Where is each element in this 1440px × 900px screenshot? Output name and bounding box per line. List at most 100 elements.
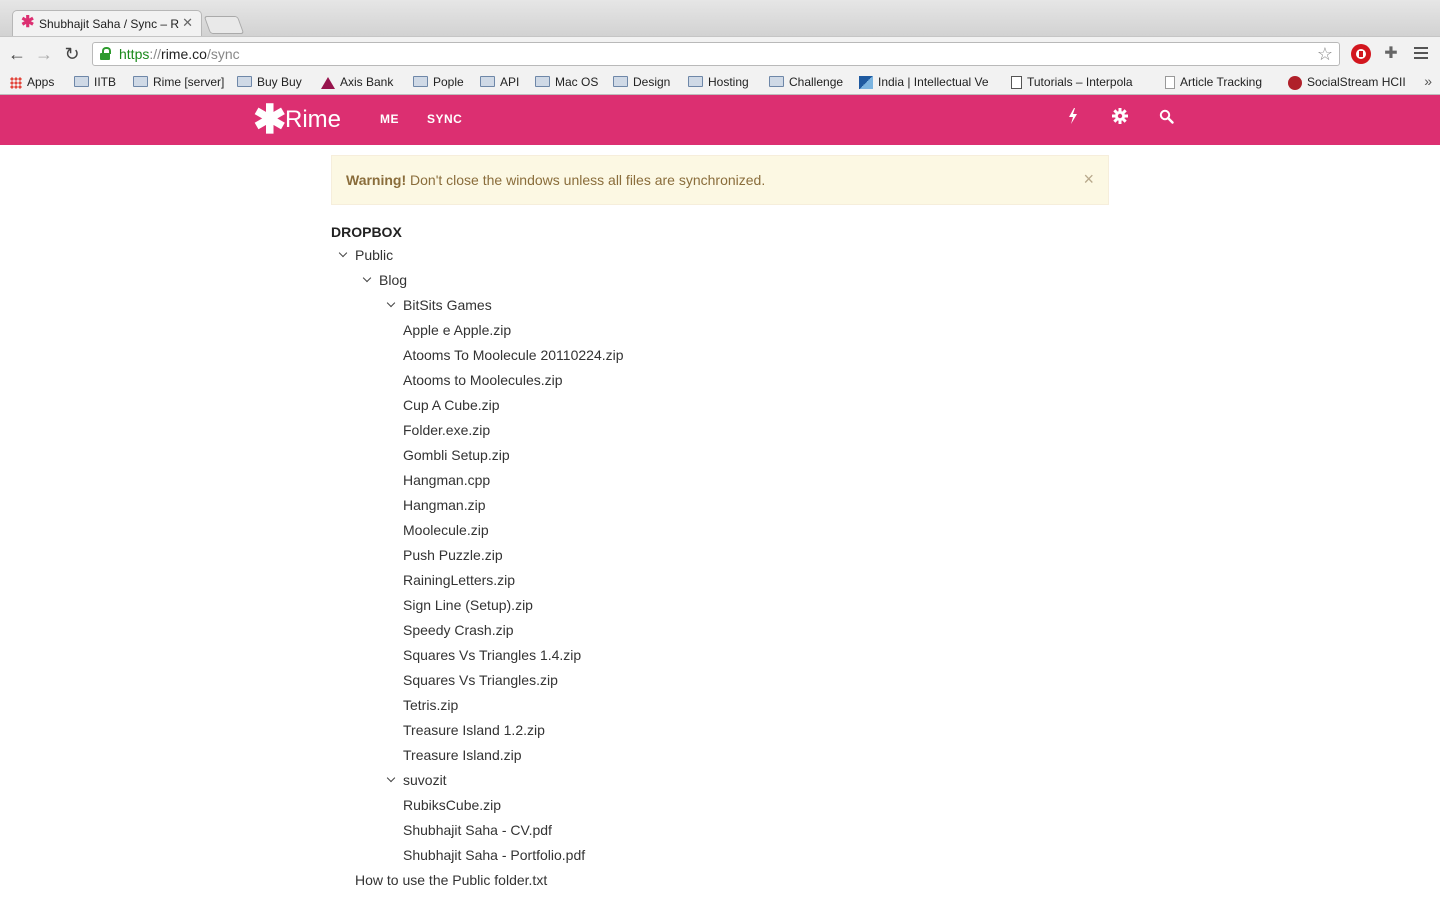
warning-alert: Warning! Don't close the windows unless … [331, 155, 1109, 205]
tree-file[interactable]: Tetris.zip [403, 695, 458, 715]
tree-file[interactable]: Atooms To Moolecule 20110224.zip [403, 345, 624, 365]
tree-file[interactable]: Shubhajit Saha - CV.pdf [403, 820, 552, 840]
folder-icon [74, 76, 89, 88]
tree-file[interactable]: Treasure Island 1.2.zip [403, 720, 545, 740]
bookmark-label: Article Tracking [1180, 75, 1263, 89]
tree-file[interactable]: Shubhajit Saha - Portfolio.pdf [403, 845, 585, 865]
tree-item-label: Treasure Island 1.2.zip [403, 722, 545, 738]
bookmarks-bar: Apps IITB Rime [server] Buy Buy Axis Bank Pop… [0, 70, 1440, 95]
tree-folder[interactable]: BitSits Games [403, 295, 492, 315]
bookmark-item[interactable]: Hosting [688, 74, 749, 90]
tree-item-label: Push Puzzle.zip [403, 547, 503, 563]
tree-file[interactable]: Treasure Island.zip [403, 745, 522, 765]
tree-item-label: Public [355, 247, 394, 263]
tree-file[interactable]: Cup A Cube.zip [403, 395, 500, 415]
bookmark-label: SocialStream HCII [1307, 75, 1406, 89]
warning-message: Warning! Don't close the windows unless … [346, 172, 765, 188]
tree-folder[interactable]: Blog [379, 270, 407, 290]
tree-folder[interactable]: suvozit [403, 770, 447, 790]
tree-item-label: Shubhajit Saha - CV.pdf [403, 822, 552, 838]
tree-file[interactable]: RainingLetters.zip [403, 570, 515, 590]
tree-file[interactable]: Moolecule.zip [403, 520, 489, 540]
browser-tab[interactable]: ✱ Shubhajit Saha / Sync – Rime ✕ [12, 10, 202, 36]
search-icon[interactable] [1154, 108, 1178, 132]
folder-icon [769, 76, 784, 88]
adblock-extension-icon[interactable] [1351, 44, 1371, 64]
app-header: ✱ Rime ME SYNC [0, 95, 1440, 145]
alert-close-icon[interactable]: × [1083, 168, 1094, 190]
bookmark-item[interactable]: Rime [server] [133, 74, 224, 90]
tree-item-label: Moolecule.zip [403, 522, 489, 538]
bookmark-item[interactable]: Mac OS [535, 74, 598, 90]
tab-close-icon[interactable]: ✕ [182, 16, 193, 30]
tree-item-label: BitSits Games [403, 297, 492, 313]
tree-item-label: Cup A Cube.zip [403, 397, 500, 413]
extension-puzzle-icon[interactable]: ✚ [1381, 44, 1401, 64]
bookmark-item[interactable]: Buy Buy [237, 74, 302, 90]
chevron-down-icon[interactable] [337, 245, 351, 265]
tree-item-label: Folder.exe.zip [403, 422, 491, 438]
tree-file[interactable]: Folder.exe.zip [403, 420, 490, 440]
tab-title: Shubhajit Saha / Sync – Rime [39, 17, 179, 31]
tree-file[interactable]: Gombli Setup.zip [403, 445, 510, 465]
bookmark-label: Axis Bank [340, 75, 394, 89]
folder-icon [480, 76, 495, 88]
bookmark-item[interactable]: Tutorials – Interpola [1011, 74, 1133, 90]
folder-icon [413, 76, 428, 88]
bookmark-star-icon[interactable]: ☆ [1317, 43, 1333, 65]
nav-me[interactable]: ME [380, 112, 399, 126]
bookmark-label: Apps [27, 75, 55, 89]
bookmark-item[interactable]: SocialStream HCII [1288, 74, 1406, 90]
reload-icon[interactable]: ↻ [61, 43, 83, 65]
tree-item-label: Hangman.zip [403, 497, 486, 513]
bookmark-item[interactable]: API [480, 74, 519, 90]
tree-file[interactable]: Squares Vs Triangles 1.4.zip [403, 645, 581, 665]
bookmark-label: Hosting [708, 75, 749, 89]
lightning-icon[interactable] [1061, 108, 1085, 132]
bookmark-item[interactable]: Pople [413, 74, 464, 90]
tutorials-icon [1011, 76, 1022, 90]
warning-text: Don't close the windows unless all files… [406, 172, 766, 188]
bookmark-item[interactable]: Challenge [769, 74, 843, 90]
tree-root-label: DROPBOX [331, 224, 402, 240]
chevron-down-icon[interactable] [361, 270, 375, 290]
bookmark-item[interactable]: Article Tracking [1165, 74, 1262, 90]
tree-file[interactable]: Atooms to Moolecules.zip [403, 370, 563, 390]
bookmark-item[interactable]: IITB [74, 74, 116, 90]
tree-item-label: RainingLetters.zip [403, 572, 516, 588]
bookmark-label: Buy Buy [257, 75, 302, 89]
bookmark-label: Tutorials – Interpola [1027, 75, 1133, 89]
tree-item-label: How to use the Public folder.txt [355, 872, 548, 888]
back-icon[interactable]: ← [6, 43, 28, 65]
tree-file[interactable]: Hangman.zip [403, 495, 486, 515]
tab-strip: ✱ Shubhajit Saha / Sync – Rime ✕ [0, 0, 1440, 36]
tree-file[interactable]: Push Puzzle.zip [403, 545, 503, 565]
chevron-down-icon[interactable] [385, 770, 399, 790]
forward-icon[interactable]: → [33, 43, 55, 65]
chevron-down-icon[interactable] [385, 295, 399, 315]
gear-icon[interactable] [1108, 108, 1132, 132]
lock-icon [100, 47, 111, 60]
address-bar[interactable]: https://rime.co/sync ☆ [92, 42, 1340, 66]
new-tab-button[interactable] [203, 16, 245, 34]
tree-folder[interactable]: Public [355, 245, 393, 265]
bookmark-item[interactable]: India | Intellectual Ve [859, 74, 989, 90]
tree-file[interactable]: How to use the Public folder.txt [355, 870, 547, 890]
tree-file[interactable]: Hangman.cpp [403, 470, 490, 490]
bookmarks-overflow-button[interactable]: » [1424, 73, 1432, 89]
tree-item-label: Sign Line (Setup).zip [403, 597, 533, 613]
bookmark-label: Design [633, 75, 671, 89]
bookmark-item[interactable]: Axis Bank [321, 74, 393, 90]
tree-file[interactable]: Speedy Crash.zip [403, 620, 514, 640]
tree-file[interactable]: Squares Vs Triangles.zip [403, 670, 558, 690]
tree-file[interactable]: Apple e Apple.zip [403, 320, 511, 340]
folder-icon [613, 76, 628, 88]
bookmark-item[interactable]: Apps [10, 74, 54, 90]
tree-file[interactable]: Sign Line (Setup).zip [403, 595, 533, 615]
bookmark-label: India | Intellectual Ve [878, 75, 989, 89]
browser-menu-icon[interactable] [1414, 47, 1428, 62]
tree-item-label: Atooms to Moolecules.zip [403, 372, 563, 388]
nav-sync[interactable]: SYNC [427, 112, 462, 126]
tree-file[interactable]: RubiksCube.zip [403, 795, 501, 815]
bookmark-item[interactable]: Design [613, 74, 670, 90]
